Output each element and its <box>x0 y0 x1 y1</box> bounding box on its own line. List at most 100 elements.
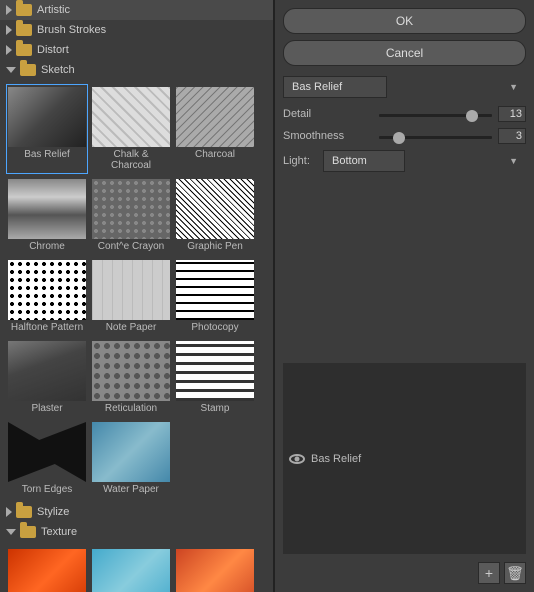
group-label: Distort <box>37 44 69 56</box>
collapse-icon <box>6 45 12 55</box>
filter-label: Halftone Pattern <box>11 322 83 333</box>
filter-dropdown-wrapper: Bas Relief Chalk & Charcoal Charcoal Chr… <box>283 76 526 98</box>
filter-label: Charcoal <box>195 149 235 160</box>
filter-thumbnail <box>8 87 86 147</box>
filter-label: Plaster <box>31 403 62 414</box>
filter-label: Photocopy <box>191 322 238 333</box>
filter-label: Water Paper <box>103 484 159 495</box>
filter-list-panel[interactable]: Artistic Brush Strokes Distort Sketch Ba… <box>0 0 275 592</box>
light-label: Light: <box>283 155 323 167</box>
filter-dropdown-row: Bas Relief Chalk & Charcoal Charcoal Chr… <box>283 76 526 98</box>
filter-label: Stamp <box>201 403 230 414</box>
group-label: Sketch <box>41 64 75 76</box>
group-label: Texture <box>41 526 77 538</box>
filter-thumbnail <box>92 341 170 401</box>
filter-torn-edges[interactable]: Torn Edges <box>6 419 88 498</box>
ok-button[interactable]: OK <box>283 8 526 34</box>
filter-grain[interactable]: Grain <box>90 546 172 592</box>
detail-slider-wrap <box>379 108 492 120</box>
filter-thumbnail <box>8 260 86 320</box>
expand-icon <box>6 529 16 535</box>
detail-label: Detail <box>283 108 373 120</box>
filter-thumbnail <box>92 179 170 239</box>
visibility-icon[interactable] <box>289 454 305 464</box>
filter-select[interactable]: Bas Relief Chalk & Charcoal Charcoal Chr… <box>283 76 387 98</box>
filter-thumbnail <box>8 422 86 482</box>
folder-icon <box>16 4 32 16</box>
settings-panel: OK Cancel Bas Relief Chalk & Charcoal Ch… <box>275 0 534 592</box>
plus-icon: + <box>485 565 493 581</box>
layer-preview-area: Bas Relief <box>283 363 526 554</box>
add-effect-button[interactable]: + <box>478 562 500 584</box>
filter-water-paper[interactable]: Water Paper <box>90 419 172 498</box>
group-label: Stylize <box>37 506 69 518</box>
delete-effect-button[interactable]: 🗑 <box>504 562 526 584</box>
smoothness-slider-wrap <box>379 130 492 142</box>
expand-icon <box>6 67 16 73</box>
folder-icon <box>16 44 32 56</box>
collapse-icon <box>6 25 12 35</box>
texture-filter-grid: Craquelure Grain Mosaic Tiles <box>0 542 273 592</box>
filter-label: Graphic Pen <box>187 241 243 252</box>
filter-graphic-pen[interactable]: Graphic Pen <box>174 176 256 255</box>
filter-bas-relief[interactable]: Bas Relief <box>6 84 88 174</box>
filter-thumbnail <box>176 87 254 147</box>
filter-thumbnail <box>176 179 254 239</box>
group-label: Brush Strokes <box>37 24 106 36</box>
filter-thumbnail <box>92 87 170 147</box>
group-artistic[interactable]: Artistic <box>0 0 273 20</box>
group-label: Artistic <box>37 4 70 16</box>
filter-note-paper[interactable]: Note Paper <box>90 257 172 336</box>
filter-chrome[interactable]: Chrome <box>6 176 88 255</box>
filter-thumbnail <box>8 341 86 401</box>
cancel-button[interactable]: Cancel <box>283 40 526 66</box>
filter-reticulation[interactable]: Reticulation <box>90 338 172 417</box>
action-buttons: OK Cancel <box>283 8 526 66</box>
filter-mosaic-tiles[interactable]: Mosaic Tiles <box>174 546 256 592</box>
trash-icon: 🗑 <box>506 565 524 582</box>
filter-thumbnail <box>176 341 254 401</box>
filter-thumbnail <box>176 260 254 320</box>
group-stylize[interactable]: Stylize <box>0 502 273 522</box>
bottom-bar: + 🗑 <box>283 558 526 584</box>
filter-plaster[interactable]: Plaster <box>6 338 88 417</box>
folder-icon <box>20 64 36 76</box>
filter-label: Reticulation <box>105 403 157 414</box>
sketch-filter-grid: Bas Relief Chalk & Charcoal Charcoal Chr… <box>0 80 273 502</box>
group-texture[interactable]: Texture <box>0 522 273 542</box>
filter-label: Note Paper <box>106 322 157 333</box>
filter-thumbnail <box>176 549 254 592</box>
filter-label: Torn Edges <box>22 484 73 495</box>
smoothness-value[interactable] <box>498 128 526 144</box>
filter-craquelure[interactable]: Craquelure <box>6 546 88 592</box>
light-select[interactable]: Bottom Top Left Right Top Left Top Right… <box>323 150 405 172</box>
filter-halftone[interactable]: Halftone Pattern <box>6 257 88 336</box>
filter-label: Chalk & Charcoal <box>93 149 169 171</box>
folder-icon <box>20 526 36 538</box>
group-sketch[interactable]: Sketch <box>0 60 273 80</box>
smoothness-label: Smoothness <box>283 130 373 142</box>
filter-charcoal[interactable]: Charcoal <box>174 84 256 174</box>
collapse-icon <box>6 5 12 15</box>
folder-icon <box>16 24 32 36</box>
filter-thumbnail <box>8 549 86 592</box>
collapse-icon <box>6 507 12 517</box>
filter-label: Cont^e Crayon <box>98 241 164 252</box>
filter-conte-crayon[interactable]: Cont^e Crayon <box>90 176 172 255</box>
filter-photocopy[interactable]: Photocopy <box>174 257 256 336</box>
smoothness-slider[interactable] <box>379 136 492 139</box>
filter-label: Chrome <box>29 241 65 252</box>
filter-stamp[interactable]: Stamp <box>174 338 256 417</box>
filter-thumbnail <box>92 260 170 320</box>
detail-param-row: Detail <box>283 106 526 122</box>
light-row: Light: Bottom Top Left Right Top Left To… <box>283 150 526 172</box>
detail-slider[interactable] <box>379 114 492 117</box>
folder-icon <box>16 506 32 518</box>
group-brushstrokes[interactable]: Brush Strokes <box>0 20 273 40</box>
light-dropdown-wrapper: Bottom Top Left Right Top Left Top Right… <box>323 150 526 172</box>
filter-thumbnail <box>8 179 86 239</box>
detail-value[interactable] <box>498 106 526 122</box>
filter-thumbnail <box>92 422 170 482</box>
filter-chalk-charcoal[interactable]: Chalk & Charcoal <box>90 84 172 174</box>
group-distort[interactable]: Distort <box>0 40 273 60</box>
